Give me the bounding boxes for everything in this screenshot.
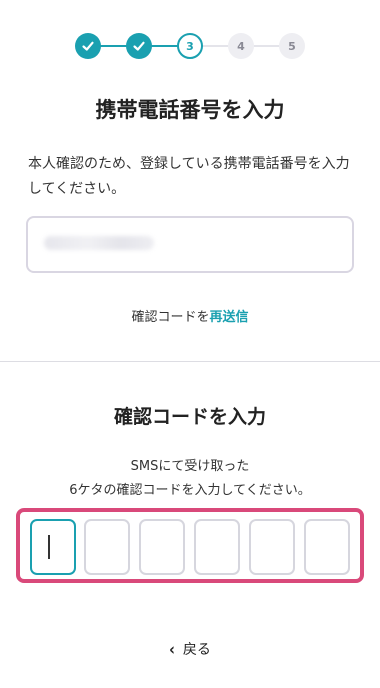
checkmark-icon	[82, 41, 94, 51]
step-5: 5	[279, 33, 305, 59]
step-2-complete	[126, 33, 152, 59]
code-description-line1: SMSにて受け取った	[130, 459, 250, 474]
code-digit-6[interactable]	[304, 519, 350, 575]
resend-link[interactable]: 再送信	[210, 310, 249, 325]
code-section-description: SMSにて受け取った 6ケタの確認コードを入力してください。	[0, 455, 380, 503]
code-description-line2: 6ケタの確認コードを入力してください。	[69, 483, 311, 498]
back-label: 戻る	[182, 642, 211, 658]
back-button[interactable]: ‹ 戻る	[0, 639, 380, 659]
phone-section-description: 本人確認のため、登録している携帯電話番号を入力してください。	[28, 156, 350, 197]
section-divider	[0, 361, 380, 362]
phone-section-title: 携帯電話番号を入力	[95, 98, 285, 122]
step-3-current: 3	[177, 33, 203, 59]
phone-number-value-blurred	[44, 236, 154, 250]
step-1-complete	[75, 33, 101, 59]
code-digit-1[interactable]	[30, 519, 76, 575]
text-caret	[48, 535, 50, 559]
code-digit-2[interactable]	[84, 519, 130, 575]
resend-row: 確認コードを再送信	[0, 306, 380, 325]
code-digit-5[interactable]	[249, 519, 295, 575]
progress-stepper: 3 4 5	[75, 33, 305, 61]
code-digit-3[interactable]	[139, 519, 185, 575]
checkmark-icon	[133, 41, 145, 51]
resend-prefix-text: 確認コードを	[131, 310, 210, 325]
code-section-title: 確認コードを入力	[113, 406, 266, 428]
chevron-left-icon: ‹	[169, 640, 175, 660]
phone-number-field[interactable]	[26, 216, 354, 273]
code-digit-4[interactable]	[194, 519, 240, 575]
step-4: 4	[228, 33, 254, 59]
verification-code-input-group	[16, 508, 364, 583]
